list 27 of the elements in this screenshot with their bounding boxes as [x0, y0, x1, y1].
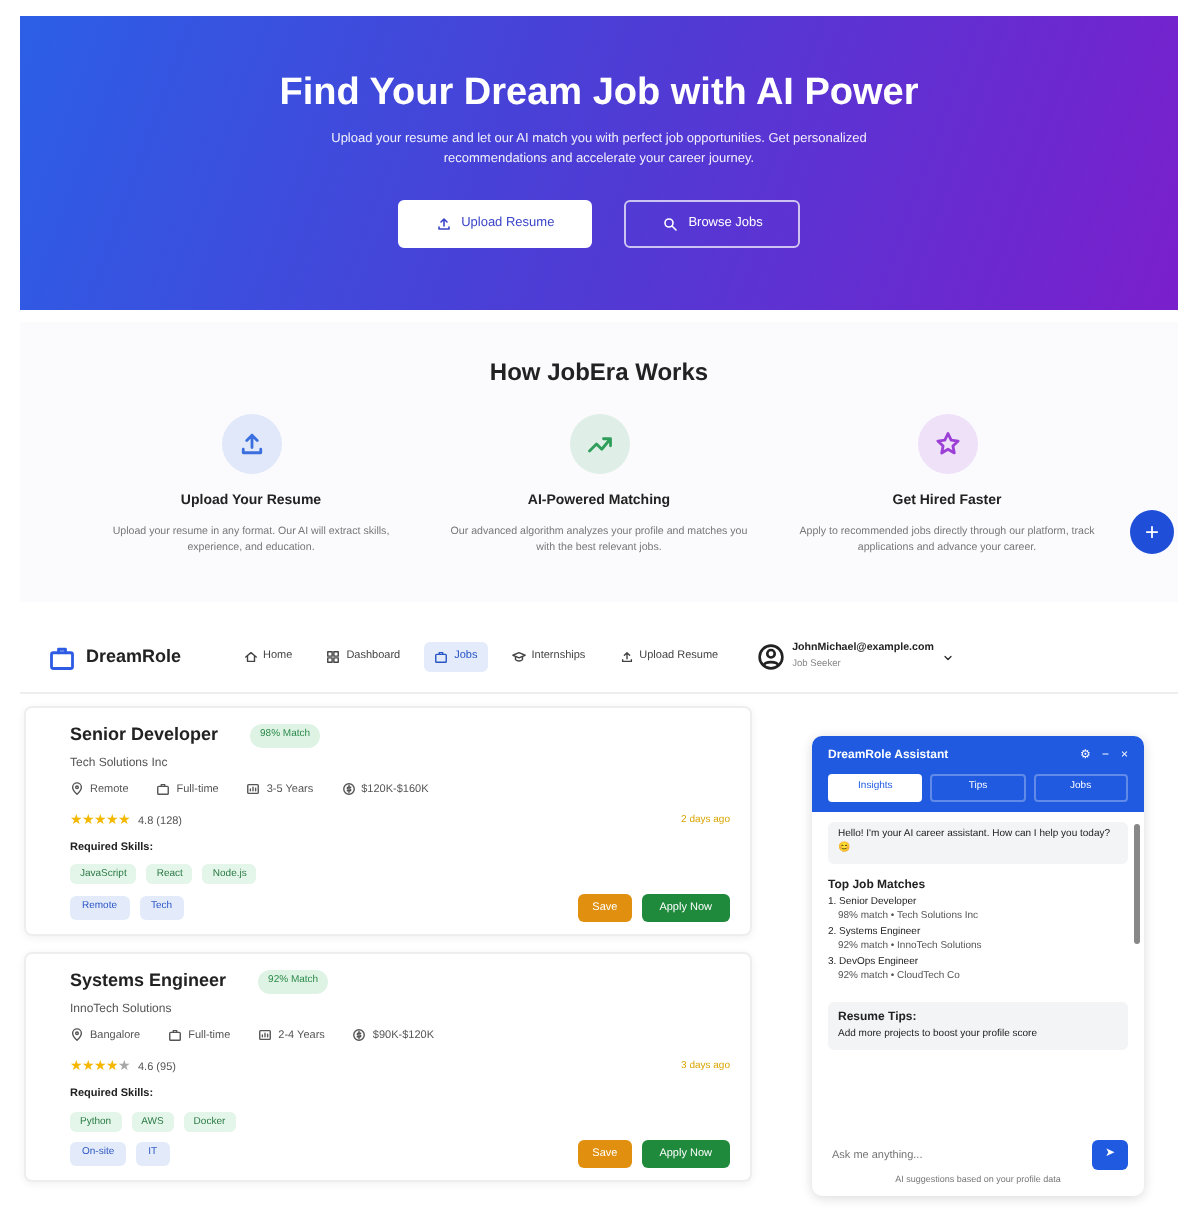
section-title: How JobEra Works: [487, 358, 711, 387]
upload-icon: [435, 216, 452, 233]
job-title: Senior Developer: [70, 722, 219, 748]
home-icon: [243, 650, 258, 664]
scrollbar-thumb[interactable]: [1134, 823, 1140, 943]
grid-icon: [326, 650, 341, 664]
brand-name: DreamRole: [86, 643, 182, 670]
dollar-icon: [341, 782, 356, 797]
star-icon: [933, 430, 961, 459]
dollar-icon: [352, 1028, 367, 1043]
floating-add-button[interactable]: +: [1130, 510, 1174, 554]
job-title: Systems Engineer: [70, 968, 227, 995]
briefcase-icon: [168, 1028, 183, 1043]
upload-icon: [237, 430, 265, 459]
upload-icon: [619, 650, 634, 664]
chart-icon: [258, 1028, 273, 1043]
hero-title: Find Your Dream Job with AI Power: [277, 72, 921, 118]
briefcase-icon: [434, 650, 449, 664]
briefcase-icon: [156, 782, 171, 797]
logo-icon: [48, 643, 76, 671]
graduation-cap-icon: [511, 650, 526, 664]
user-icon: [758, 644, 785, 670]
location-pin-icon: [70, 1028, 84, 1043]
caret-icon[interactable]: [941, 651, 954, 663]
location-pin-icon: [70, 782, 84, 797]
search-icon: [662, 216, 679, 233]
chart-icon: [246, 782, 261, 797]
